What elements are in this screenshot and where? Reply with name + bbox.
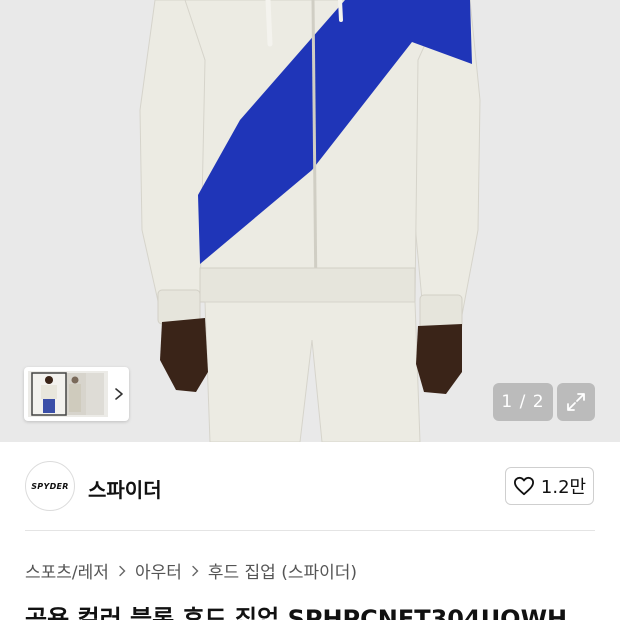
heart-icon (513, 476, 534, 496)
product-image-gallery[interactable]: 1 / 2 (0, 0, 620, 442)
like-button[interactable]: 1.2만 (505, 467, 594, 505)
breadcrumb-item-subcategory[interactable]: 아우터 (135, 558, 182, 583)
brand-logo-text: SPYDER (31, 481, 69, 491)
breadcrumb-item-category[interactable]: 스포츠/레저 (25, 558, 109, 583)
brand-row: SPYDER 스파이더 1.2만 (0, 458, 620, 514)
chevron-right-icon (119, 565, 126, 576)
expand-button[interactable] (557, 383, 595, 421)
thumbnail-strip[interactable] (24, 367, 129, 421)
chevron-right-icon (192, 565, 199, 576)
image-counter: 1 / 2 (493, 383, 553, 421)
thumbnail-preview (28, 371, 108, 417)
like-count: 1.2만 (540, 477, 587, 498)
expand-icon (567, 393, 585, 411)
breadcrumb: 스포츠/레저 아우터 후드 집업 (스파이더) (25, 558, 357, 583)
breadcrumb-item-current[interactable]: 후드 집업 (스파이더) (208, 558, 357, 583)
thumbnail-images[interactable] (28, 371, 108, 417)
brand-name[interactable]: 스파이더 (88, 474, 162, 503)
brand-logo[interactable]: SPYDER (25, 461, 75, 511)
chevron-right-icon[interactable] (112, 387, 126, 401)
product-title: 공용 컬러 블록 후드 집업 SPHPCNFT304UOWH (25, 605, 568, 620)
divider (25, 530, 595, 531)
